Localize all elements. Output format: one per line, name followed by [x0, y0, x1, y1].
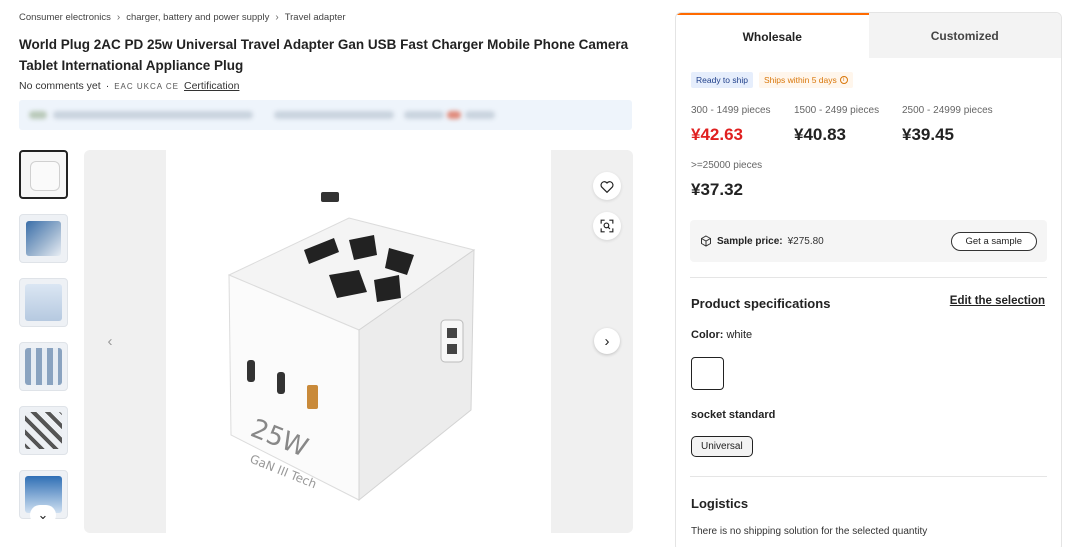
product-title: World Plug 2AC PD 25w Universal Travel A…	[19, 37, 629, 73]
ships-within-label: Ships within 5 days	[763, 75, 837, 85]
ready-to-ship-badge: Ready to ship	[691, 72, 753, 88]
thumbnail-image[interactable]	[19, 406, 68, 455]
divider	[690, 476, 1047, 477]
edit-selection-link[interactable]: Edit the selection	[950, 295, 1045, 307]
tier-price: ¥39.45	[902, 125, 954, 144]
specs-title: Product specifications	[691, 296, 831, 311]
chevron-right-icon: ›	[116, 12, 121, 23]
logistics-title: Logistics	[691, 496, 749, 511]
tier-range: 300 - 1499 pieces	[691, 105, 771, 116]
sample-price-row: Sample price: ¥275.80 Get a sample	[690, 220, 1047, 262]
tier-range: >=25000 pieces	[691, 160, 763, 171]
tier-price: ¥42.63	[691, 125, 743, 144]
tier-range: 2500 - 24999 pieces	[902, 105, 993, 116]
blurred-info-bar	[19, 100, 632, 130]
tab-wholesale[interactable]: Wholesale	[676, 13, 869, 58]
thumbnail-image[interactable]	[19, 278, 68, 327]
tab-customized[interactable]: Customized	[868, 13, 1061, 58]
socket-standard-label: socket standard	[691, 409, 776, 421]
socket-option-universal[interactable]: Universal	[691, 436, 753, 457]
review-count: No comments yet	[19, 80, 101, 92]
main-product-image: 25W GaN III Tech ‹ ›	[84, 150, 633, 533]
tier-price: ¥40.83	[794, 125, 846, 144]
breadcrumb-item[interactable]: charger, battery and power supply	[126, 12, 269, 23]
tier-price: ¥37.32	[691, 180, 743, 199]
thumbnail-image[interactable]	[19, 150, 68, 199]
image-side-panel	[551, 150, 633, 533]
thumbnail-image[interactable]	[19, 214, 68, 263]
get-sample-button[interactable]: Get a sample	[950, 231, 1037, 251]
thumbnail-strip	[19, 150, 69, 534]
travel-adapter-image: 25W GaN III Tech	[227, 192, 476, 502]
sample-price-label: Sample price:	[717, 235, 783, 247]
thumbnail-image[interactable]	[19, 342, 68, 391]
product-meta: No comments yet · EAC UKCA CE Certificat…	[19, 80, 239, 92]
chevron-down-icon[interactable]: ⌄	[30, 505, 56, 525]
ships-within-badge[interactable]: Ships within 5 days i	[758, 72, 853, 88]
breadcrumb-item[interactable]: Consumer electronics	[19, 12, 111, 23]
info-icon: i	[839, 76, 848, 84]
price-tier: 300 - 1499 pieces ¥42.63	[691, 105, 771, 145]
color-label-value: white	[726, 329, 753, 341]
meta-separator: ·	[105, 80, 110, 92]
sample-price-value: ¥275.80	[787, 235, 824, 247]
color-swatch-white[interactable]	[691, 357, 724, 390]
scan-icon	[600, 219, 614, 233]
color-label: Color: white	[691, 329, 752, 341]
divider	[690, 277, 1047, 278]
color-label-key: Color:	[691, 329, 724, 341]
purchase-tabs: Wholesale Customized	[676, 13, 1061, 58]
chevron-right-icon: ›	[275, 12, 279, 23]
price-tier: >=25000 pieces ¥37.32	[691, 160, 762, 200]
breadcrumb-item[interactable]: Travel adapter	[285, 12, 346, 23]
certification-link[interactable]: Certification	[184, 80, 239, 92]
favorite-button[interactable]	[593, 172, 621, 200]
shipping-badges: Ready to ship Ships within 5 days i	[691, 72, 853, 88]
breadcrumb: Consumer electronics › charger, battery …	[19, 12, 346, 23]
tier-range: 1500 - 2499 pieces	[794, 105, 880, 116]
package-icon	[701, 235, 711, 247]
heart-icon	[600, 180, 614, 193]
next-image-button[interactable]: ›	[594, 328, 620, 354]
price-tier: 2500 - 24999 pieces ¥39.45	[902, 105, 993, 145]
previous-image-button[interactable]: ‹	[97, 328, 123, 354]
price-tier: 1500 - 2499 pieces ¥40.83	[794, 105, 879, 145]
certification-icons: EAC UKCA CE	[114, 81, 179, 91]
image-search-button[interactable]	[593, 212, 621, 240]
purchase-panel: Wholesale Customized Ready to ship Ships…	[675, 12, 1062, 547]
logistics-message: There is no shipping solution for the se…	[691, 526, 928, 537]
